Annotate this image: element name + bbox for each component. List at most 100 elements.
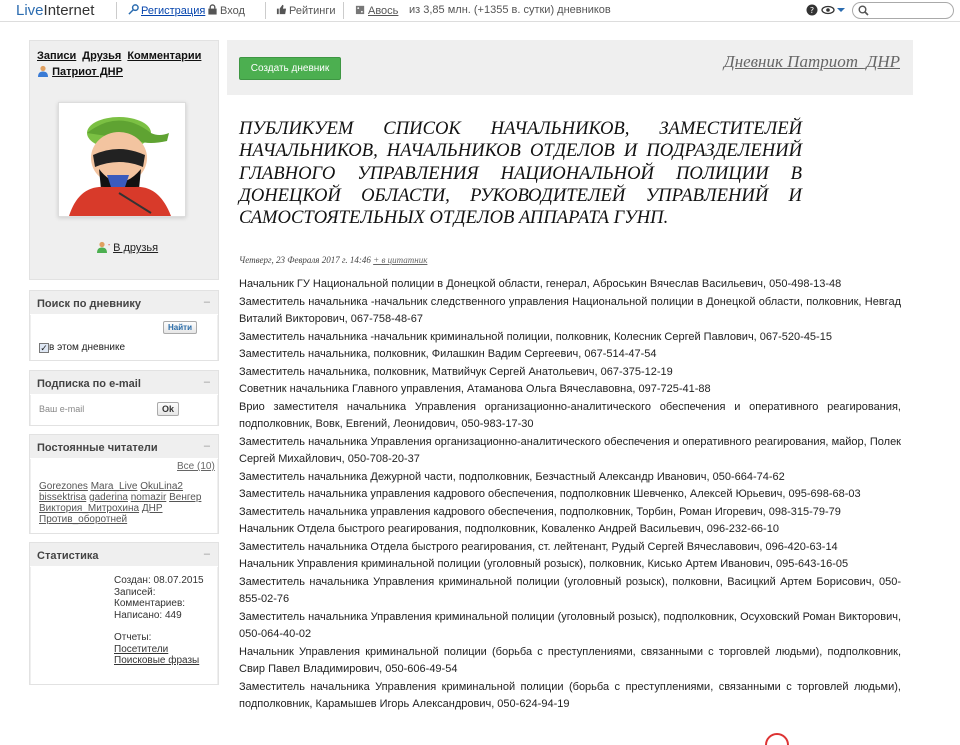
avos-link[interactable]: Авось [355, 4, 398, 17]
ratings-link[interactable]: Рейтинги [276, 4, 336, 17]
reader-link[interactable]: ДНР [142, 503, 163, 514]
post-paragraph: Заместитель начальника Управления кримин… [239, 680, 901, 711]
post-paragraph: Заместитель начальника Управления кримин… [239, 575, 901, 606]
post-paragraph: Заместитель начальника Управления кримин… [239, 610, 901, 641]
panel-title: Постоянные читатели – [30, 435, 218, 459]
statistics-panel: Статистика – Создан: 08.07.2015 Записей: … [29, 542, 219, 685]
user-nav: Записи Друзья Комментарии [37, 48, 207, 62]
avatar[interactable] [58, 102, 186, 217]
collapse-icon[interactable]: – [204, 376, 210, 388]
reader-link[interactable]: Венгер [169, 492, 201, 503]
email-subscribe-panel: Подписка по e-mail – Ваш e-mail Ok [29, 370, 219, 426]
close-icon[interactable] [765, 733, 789, 745]
written-count: Написано: 449 [114, 609, 182, 621]
panel-body: Найти ✓в этом дневнике [31, 315, 217, 360]
post-paragraph: Заместитель начальника Управления органи… [239, 435, 901, 466]
svg-text:+: + [108, 241, 111, 249]
post-paragraph: Советник начальника Главного управления,… [239, 383, 711, 395]
diary-title[interactable]: Дневник Патриот_ДНР [724, 52, 900, 72]
dice-icon [355, 5, 365, 15]
add-to-quotes-link[interactable]: + в цитатник [373, 255, 427, 265]
panel-body: Все (10) Gorezones Mara_Live OkuLina2 bi… [31, 459, 217, 533]
post-paragraph: Заместитель начальника, полковник, Матви… [239, 365, 673, 378]
username-row[interactable]: Патриот ДНР [37, 65, 123, 78]
email-input[interactable]: Ваш e-mail [39, 404, 84, 414]
panel-title: Подписка по e-mail – [30, 371, 218, 395]
add-friend-link[interactable]: + В друзья [97, 241, 158, 254]
comments-link[interactable]: Комментарии [127, 50, 201, 62]
register-link[interactable]: Регистрация [128, 4, 205, 17]
search-box[interactable] [852, 2, 954, 19]
post-paragraph: Начальник ГУ Национальной полиции в Доне… [239, 278, 842, 290]
post-paragraph: Заместитель начальника -начальник следст… [239, 295, 901, 326]
readers-panel: Постоянные читатели – Все (10) Gorezones … [29, 434, 219, 534]
reader-link[interactable]: nomazir [131, 492, 167, 503]
post-paragraph: Врио заместителя начальника Управления о… [239, 400, 901, 431]
reader-link[interactable]: OkuLina2 [140, 481, 183, 492]
reader-link[interactable]: Против_оборотней [39, 514, 127, 525]
friends-link[interactable]: Друзья [82, 50, 121, 62]
search-button[interactable]: Найти [163, 321, 197, 334]
post-paragraph: Заместитель начальника Отдела быстрого р… [239, 540, 838, 553]
liveinternet-logo[interactable]: LiveInternet [16, 2, 94, 19]
add-friend-icon: + [97, 241, 114, 253]
reader-link[interactable]: Gorezones [39, 481, 88, 492]
svg-text:?: ? [810, 6, 814, 15]
post-date: Четверг, 23 Февраля 2017 г. 14:46 [239, 255, 371, 265]
reader-link[interactable]: Виктория_Митрохина [39, 503, 139, 514]
checkbox[interactable]: ✓ [39, 343, 49, 353]
reader-link[interactable]: Mara_Live [91, 481, 138, 492]
created-date: Создан: 08.07.2015 [114, 575, 204, 586]
search-queries-link[interactable]: Поисковые фразы [114, 655, 204, 667]
post-paragraph: Заместитель начальника Дежурной части, п… [239, 470, 785, 483]
post-paragraph: Заместитель начальника, полковник, Филаш… [239, 348, 657, 360]
readers-list: Gorezones Mara_Live OkuLina2 bissektrisa… [39, 481, 214, 525]
post-paragraph: Заместитель начальника -начальник кримин… [239, 330, 832, 343]
reader-link[interactable]: bissektrisa [39, 492, 86, 503]
collapse-icon[interactable]: – [204, 296, 210, 308]
avatar-image [59, 103, 185, 216]
reports-label: Отчеты: [114, 632, 152, 643]
search-icon [858, 5, 869, 16]
diary-header: Создать дневник Дневник Патриот_ДНР [227, 40, 913, 95]
help-icon[interactable]: ? [806, 4, 818, 19]
all-readers-link[interactable]: Все (10) [177, 461, 215, 472]
create-diary-button[interactable]: Создать дневник [239, 57, 341, 80]
collapse-icon[interactable]: – [204, 440, 210, 452]
divider [265, 2, 266, 19]
panel-body: Создан: 08.07.2015 Записей: Комментариев… [31, 567, 217, 684]
post-paragraph: Начальник Управления криминальной полици… [239, 558, 849, 570]
lock-icon [208, 4, 217, 15]
post-body: Начальник ГУ Национальной полиции в Доне… [239, 276, 901, 714]
stats-list: Создан: 08.07.2015 Записей: Комментариев… [114, 575, 204, 667]
user-panel: Записи Друзья Комментарии Патриот ДНР + В … [29, 40, 219, 280]
eye-icon[interactable] [821, 4, 835, 19]
post-paragraph: Заместитель начальника управления кадров… [239, 505, 841, 518]
top-bar: LiveInternet Регистрация Вход Рейтинги А… [0, 0, 960, 22]
comments-count: Комментариев: [114, 598, 186, 609]
subscribe-ok-button[interactable]: Ok [157, 402, 180, 416]
visitors-link[interactable]: Посетители [114, 644, 204, 656]
divider [343, 2, 344, 19]
collapse-icon[interactable]: – [204, 548, 210, 560]
diaries-count: из 3,85 млн. (+1355 в. сутки) дневников [409, 4, 611, 16]
panel-body: Ваш e-mail Ok [31, 395, 217, 425]
key-icon [128, 4, 139, 15]
post-paragraph: Начальник Отдела быстрого реагирования, … [239, 523, 779, 535]
reader-link[interactable]: gaderina [89, 492, 128, 503]
posts-count: Записей: [114, 586, 156, 598]
panel-title: Поиск по дневнику – [30, 291, 218, 315]
this-diary-checkbox-row[interactable]: ✓в этом дневнике [39, 342, 125, 353]
post-title: ПУБЛИКУЕМ СПИСОК НАЧАЛЬНИКОВ, ЗАМЕСТИТЕЛ… [239, 118, 802, 229]
search-input[interactable] [871, 4, 949, 17]
posts-link[interactable]: Записи [37, 50, 76, 62]
login-link[interactable]: Вход [207, 4, 245, 17]
panel-title: Статистика – [30, 543, 218, 567]
post-paragraph: Заместитель начальника управления кадров… [239, 488, 861, 500]
divider [116, 2, 117, 19]
chevron-down-icon[interactable] [837, 5, 845, 17]
diary-search-panel: Поиск по дневнику – Найти ✓в этом дневник… [29, 290, 219, 361]
thumbs-up-icon [276, 4, 287, 15]
post-meta: Четверг, 23 Февраля 2017 г. 14:46 + в ци… [239, 255, 427, 265]
user-icon [38, 65, 48, 77]
